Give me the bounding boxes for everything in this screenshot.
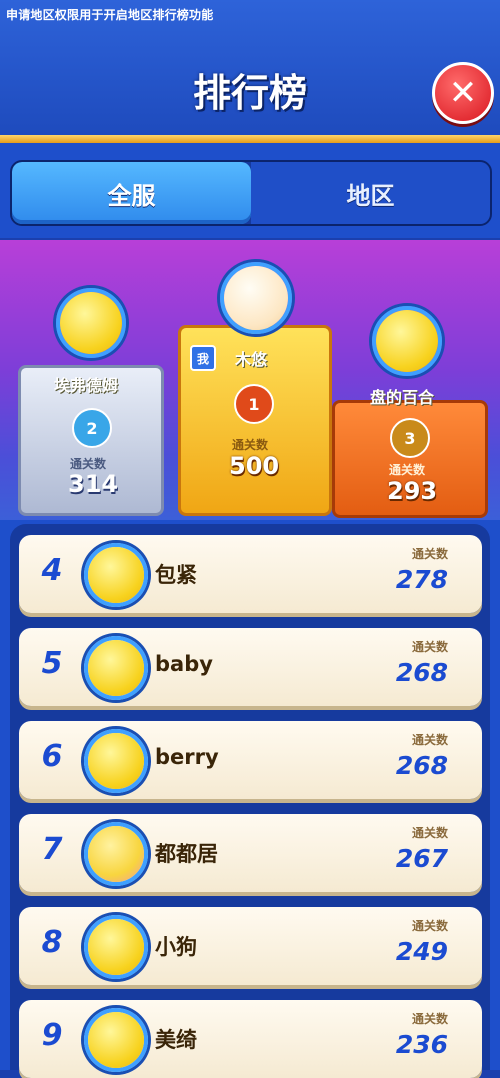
avatar[interactable] — [84, 915, 148, 979]
podium-score-label-first: 通关数 — [232, 438, 269, 452]
podium-score-third: 293 — [387, 477, 438, 505]
list-item[interactable]: 4 包紧 通关数 278 — [19, 535, 482, 613]
rank-number: 7 — [41, 832, 63, 867]
rank-number: 8 — [41, 925, 63, 960]
rank-number: 5 — [41, 646, 63, 681]
rank-number: 6 — [41, 739, 63, 774]
list-item[interactable]: 7 都都居 通关数 267 — [19, 814, 482, 892]
list-item[interactable]: 9 美绮 通关数 236 — [19, 1000, 482, 1078]
podium-name-first: 木悠 — [235, 350, 268, 369]
score-label: 通关数 — [411, 640, 448, 654]
player-name: 包紧 — [155, 563, 197, 587]
player-name: berry — [155, 745, 219, 769]
close-button[interactable]: ✕ — [432, 62, 494, 124]
scope-tabs: 全服 地区 — [10, 160, 492, 226]
score-value: 236 — [395, 1030, 448, 1059]
player-name: baby — [155, 652, 213, 676]
page-title: 排行榜 — [192, 71, 307, 115]
score-value: 268 — [395, 751, 448, 780]
tab-global[interactable]: 全服 — [12, 162, 251, 224]
list-item[interactable]: 5 baby 通关数 268 — [19, 628, 482, 706]
score-label: 通关数 — [411, 547, 448, 561]
score-label: 通关数 — [411, 1012, 448, 1026]
list-item[interactable]: 8 小狗 通关数 249 — [19, 907, 482, 985]
avatar-first[interactable] — [220, 262, 292, 334]
header-divider — [0, 135, 500, 143]
list-item[interactable]: 6 berry 通关数 268 — [19, 721, 482, 799]
medal-third: 3 — [390, 418, 430, 458]
me-badge: 我 — [190, 345, 216, 371]
rank-number: 9 — [41, 1018, 63, 1053]
score-label: 通关数 — [411, 919, 448, 933]
close-icon: ✕ — [448, 73, 478, 113]
player-name: 美绮 — [155, 1028, 197, 1052]
player-name: 都都居 — [155, 842, 218, 866]
score-label: 通关数 — [411, 826, 448, 840]
podium-name-second: 埃弗德姆 — [54, 376, 119, 395]
podium-name-third: 盘的百合 — [370, 388, 435, 407]
score-value: 267 — [395, 844, 448, 873]
avatar[interactable] — [84, 1008, 148, 1072]
score-value: 278 — [395, 565, 448, 594]
score-value: 249 — [395, 937, 448, 966]
podium-score-second: 314 — [68, 470, 119, 498]
score-label: 通关数 — [411, 733, 448, 747]
medal-second: 2 — [72, 408, 112, 448]
avatar[interactable] — [84, 822, 148, 886]
avatar[interactable] — [84, 729, 148, 793]
score-value: 268 — [395, 658, 448, 687]
medal-first: 1 — [234, 384, 274, 424]
rank-number: 4 — [41, 553, 63, 588]
avatar-second[interactable] — [56, 288, 126, 358]
podium-score-first: 500 — [229, 452, 280, 480]
podium-score-label-third: 通关数 — [389, 463, 426, 477]
avatar[interactable] — [84, 636, 148, 700]
tab-region[interactable]: 地区 — [251, 162, 490, 224]
avatar-third[interactable] — [372, 306, 442, 376]
avatar[interactable] — [84, 543, 148, 607]
player-name: 小狗 — [155, 935, 197, 959]
permission-notice[interactable]: 申请地区权限用于开启地区排行榜功能 — [6, 6, 213, 23]
